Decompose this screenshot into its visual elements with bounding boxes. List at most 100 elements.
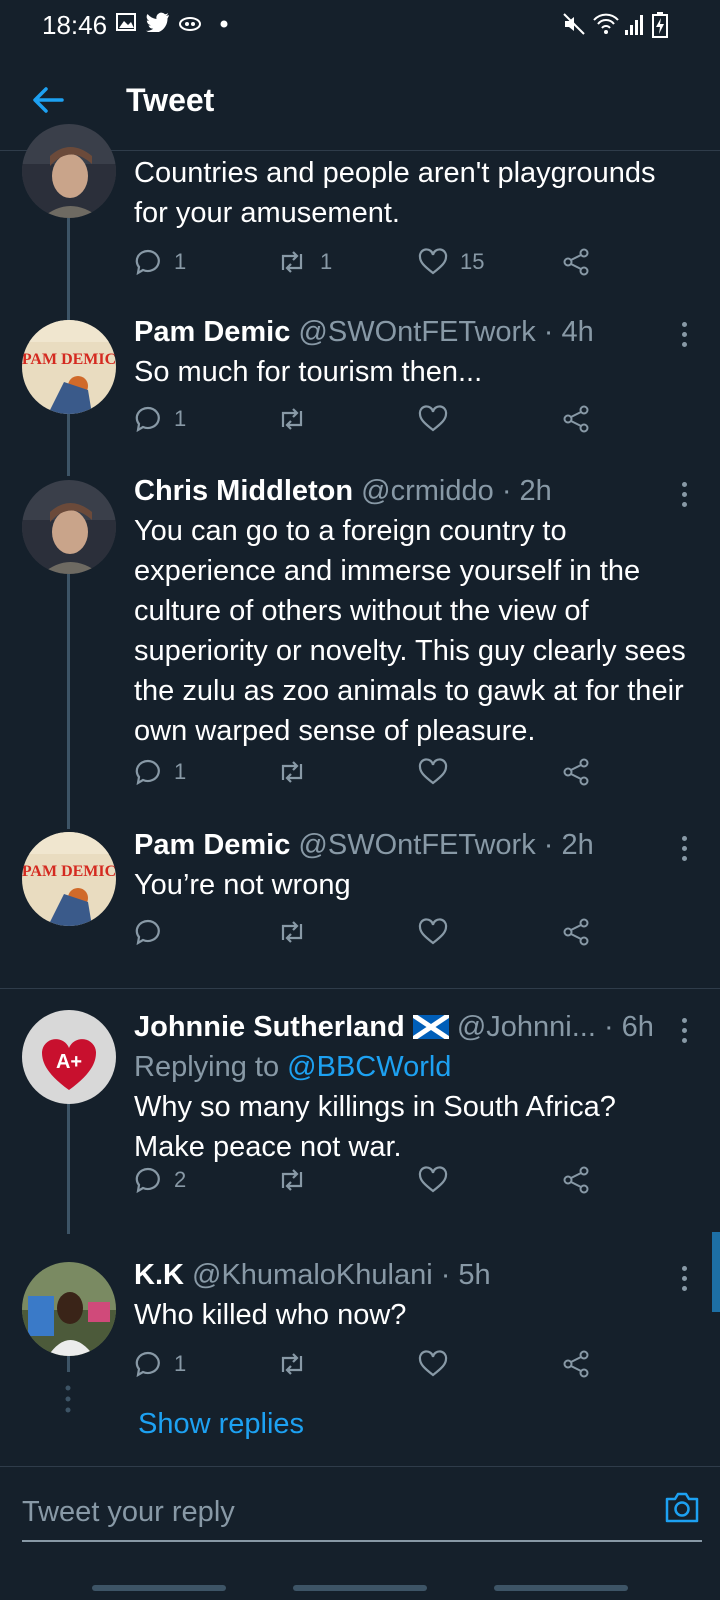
tweet-actions: 1 (134, 1350, 604, 1384)
like-button[interactable] (418, 918, 448, 946)
like-button[interactable] (418, 1166, 448, 1194)
tweet[interactable]: Johnnie Sutherland @Johnni... · 6h Reply… (134, 1007, 690, 1167)
author-handle: @crmiddo (361, 475, 494, 507)
retweet-button[interactable]: 1 (276, 248, 332, 276)
share-button[interactable] (562, 1350, 590, 1378)
author-name: Johnnie Sutherland (134, 1011, 405, 1043)
more-notifications-dot-icon (220, 20, 228, 28)
avatar[interactable] (22, 1262, 116, 1356)
retweet-icon (281, 761, 303, 783)
author-handle: @SWOntFETwork (298, 316, 536, 348)
like-button[interactable] (418, 758, 448, 786)
camera-icon[interactable] (664, 1490, 700, 1524)
retweet-icon (281, 1353, 303, 1375)
tweet-actions: 2 (134, 1166, 604, 1200)
reply-icon (135, 919, 160, 946)
avatar-book-title: PAM DEMIC (22, 351, 116, 368)
avatar[interactable]: PAM DEMIC (22, 832, 116, 926)
tweet[interactable]: Countries and people aren't playgrounds … (134, 153, 690, 233)
author-name: Chris Middleton (134, 475, 354, 507)
like-button[interactable]: 15 (418, 248, 484, 276)
more-thread-dots-icon (65, 1385, 71, 1413)
heart-icon (418, 248, 448, 275)
share-icon (563, 405, 589, 433)
reply-button[interactable]: 1 (134, 758, 186, 786)
like-button[interactable] (418, 405, 448, 433)
more-options-button[interactable] (682, 836, 688, 866)
more-options-button[interactable] (682, 1266, 688, 1296)
tweet-actions: 1 (134, 405, 604, 439)
avatar[interactable]: A+ (22, 1010, 116, 1104)
more-options-button[interactable] (682, 322, 688, 352)
avatar[interactable] (22, 124, 116, 218)
tweet-text: So much for tourism then... (134, 356, 483, 388)
back-arrow-icon[interactable] (30, 82, 66, 118)
nav-home[interactable] (293, 1585, 427, 1591)
tweet[interactable]: K.K @KhumaloKhulani · 5h Who killed who … (134, 1255, 690, 1335)
avatar-book-title: PAM DEMIC (22, 863, 116, 880)
tweet-time: · 6h (603, 1011, 654, 1043)
retweet-button[interactable] (276, 405, 308, 433)
tweet-text: Countries and people aren't playgrounds … (134, 157, 656, 229)
show-replies-link[interactable]: Show replies (138, 1408, 304, 1441)
tweet-text: You can go to a foreign country to exper… (134, 515, 686, 747)
retweet-icon (281, 251, 303, 273)
avatar[interactable] (22, 480, 116, 574)
like-button[interactable] (418, 1350, 448, 1378)
tweet-text: Who killed who now? (134, 1299, 407, 1331)
share-icon (563, 1166, 589, 1194)
retweet-button[interactable] (276, 758, 308, 786)
nav-back[interactable] (494, 1585, 628, 1591)
thread-connector (67, 1086, 70, 1234)
more-options-button[interactable] (682, 482, 688, 512)
tweet-actions: 1 (134, 758, 604, 792)
avatar-image: PAM DEMIC (22, 320, 116, 414)
scrollbar-thumb[interactable] (712, 1232, 720, 1312)
replying-to-link[interactable]: @BBCWorld (287, 1051, 451, 1083)
retweet-button[interactable] (276, 1166, 308, 1194)
battery-charging-icon (652, 12, 668, 38)
retweet-button[interactable] (276, 918, 308, 946)
share-icon (563, 248, 589, 276)
avatar-badge-text: A+ (56, 1051, 82, 1073)
share-icon (563, 758, 589, 786)
retweet-button[interactable] (276, 1350, 308, 1378)
tweet[interactable]: Pam Demic @SWOntFETwork · 4h So much for… (134, 312, 690, 392)
author-name: K.K (134, 1259, 184, 1291)
share-button[interactable] (562, 248, 590, 276)
reply-button[interactable] (134, 918, 162, 946)
retweet-icon (281, 1169, 303, 1191)
reply-button[interactable]: 1 (134, 1350, 186, 1378)
share-button[interactable] (562, 405, 590, 433)
reply-icon (135, 759, 160, 786)
author-name: Pam Demic (134, 316, 291, 348)
more-options-button[interactable] (682, 1018, 688, 1048)
share-icon (563, 1350, 589, 1378)
author-handle: @Johnni... (456, 1011, 596, 1043)
tweet-time: · 2h (501, 475, 552, 507)
avatar[interactable]: PAM DEMIC (22, 320, 116, 414)
avatar-image: PAM DEMIC (22, 832, 116, 926)
tweet-time: · 5h (440, 1259, 491, 1291)
reply-button[interactable]: 1 (134, 248, 186, 276)
heart-icon (418, 918, 448, 945)
reply-input[interactable]: Tweet your reply (22, 1486, 702, 1542)
retweet-icon (281, 921, 303, 943)
reply-count: 1 (174, 406, 187, 431)
tweet[interactable]: Chris Middleton @crmiddo · 2h You can go… (134, 471, 690, 751)
avatar-image (22, 1262, 116, 1356)
share-button[interactable] (562, 758, 590, 786)
share-button[interactable] (562, 1166, 590, 1194)
scotland-flag-icon (411, 1012, 451, 1042)
heart-icon (418, 405, 448, 432)
page-title: Tweet (126, 82, 215, 118)
tweet-time: · 2h (543, 829, 594, 861)
tweet[interactable]: Pam Demic @SWOntFETwork · 2h You’re not … (134, 825, 690, 905)
share-button[interactable] (562, 918, 590, 946)
replying-label: Replying to (134, 1051, 280, 1083)
tweet-actions (134, 918, 604, 952)
gallery-icon (116, 13, 136, 31)
nav-recent-apps[interactable] (92, 1585, 226, 1591)
reply-button[interactable]: 1 (134, 405, 186, 433)
reply-button[interactable]: 2 (134, 1166, 186, 1194)
